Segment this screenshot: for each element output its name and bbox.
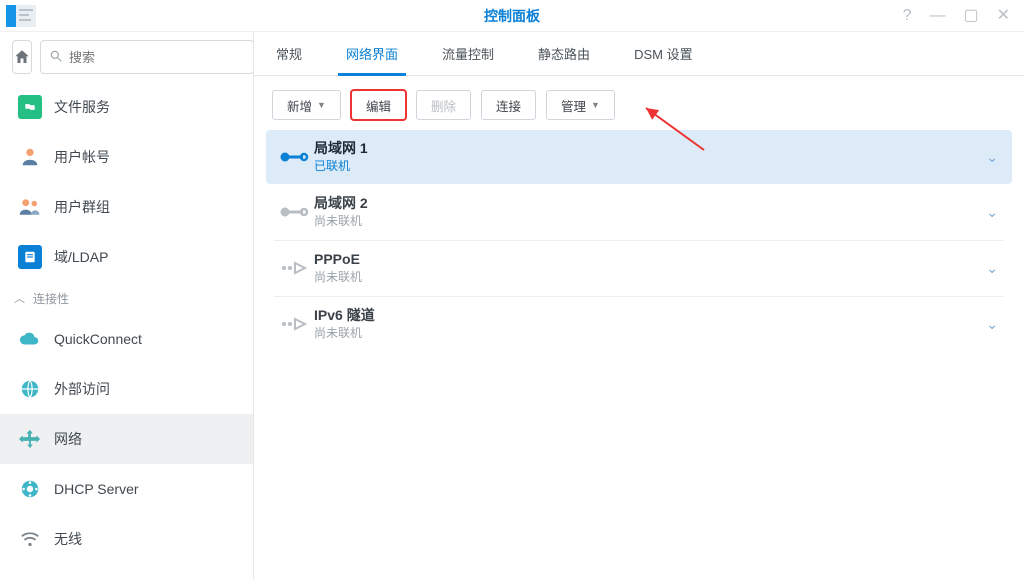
pppoe-icon — [274, 260, 314, 276]
lan-icon — [274, 204, 314, 220]
chevron-down-icon[interactable]: ⌄ — [986, 316, 998, 333]
window-title: 控制面板 — [0, 6, 1024, 26]
sidebar-item-label: 网络 — [54, 429, 82, 449]
search-icon — [49, 49, 63, 66]
sidebar-item-label: 文件服务 — [54, 97, 110, 117]
interface-row-pppoe[interactable]: PPPoE 尚未联机 ⌄ — [266, 241, 1012, 295]
sidebar-item-quickconnect[interactable]: QuickConnect — [0, 314, 253, 364]
interface-row-ipv6-tunnel[interactable]: IPv6 隧道 尚未联机 ⌄ — [266, 297, 1012, 351]
ldap-icon — [18, 245, 42, 269]
tab-static-route[interactable]: 静态路由 — [516, 32, 612, 75]
sidebar-section-connectivity[interactable]: ︿ 连接性 — [0, 282, 253, 314]
network-icon — [18, 427, 42, 451]
tab-label: 网络界面 — [346, 44, 398, 63]
tunnel-icon — [274, 316, 314, 332]
sidebar-item-file-service[interactable]: 文件服务 — [0, 82, 253, 132]
interface-name: IPv6 隧道 — [314, 306, 986, 325]
close-icon[interactable]: ✕ — [997, 8, 1010, 24]
sidebar-item-dhcp[interactable]: DHCP Server — [0, 464, 253, 514]
tab-label: DSM 设置 — [634, 44, 693, 63]
dhcp-icon — [18, 477, 42, 501]
wifi-icon — [18, 527, 42, 551]
sidebar-item-label: 用户帐号 — [54, 147, 110, 167]
interface-status: 尚未联机 — [314, 325, 986, 341]
edit-button[interactable]: 编辑 — [351, 90, 406, 120]
search-input[interactable] — [69, 50, 245, 65]
home-icon — [13, 48, 31, 66]
connect-button[interactable]: 连接 — [481, 90, 536, 120]
interface-name: 局域网 2 — [314, 194, 986, 213]
manage-button[interactable]: 管理▼ — [546, 90, 615, 120]
app-icon — [6, 5, 36, 27]
tab-label: 流量控制 — [442, 44, 494, 63]
globe-icon — [18, 377, 42, 401]
titlebar: 控制面板 ? — ▢ ✕ — [0, 0, 1024, 32]
maximize-icon[interactable]: ▢ — [963, 8, 978, 24]
sidebar-item-user-account[interactable]: 用户帐号 — [0, 132, 253, 182]
sidebar-item-label: 外部访问 — [54, 379, 110, 399]
tabs: 常规 网络界面 流量控制 静态路由 DSM 设置 — [254, 32, 1024, 76]
tab-traffic-control[interactable]: 流量控制 — [420, 32, 516, 75]
delete-button: 删除 — [416, 90, 471, 120]
tab-network-interface[interactable]: 网络界面 — [324, 32, 420, 75]
user-account-icon — [18, 145, 42, 169]
tab-label: 常规 — [276, 44, 302, 63]
chevron-down-icon[interactable]: ⌄ — [986, 149, 998, 166]
sidebar-item-external-access[interactable]: 外部访问 — [0, 364, 253, 414]
interface-row-lan2[interactable]: 局域网 2 尚未联机 ⌄ — [266, 185, 1012, 239]
tab-dsm-settings[interactable]: DSM 设置 — [612, 32, 715, 75]
interface-list: 局域网 1 已联机 ⌄ 局域网 2 尚未联机 ⌄ — [254, 130, 1024, 352]
sidebar-item-label: 用户群组 — [54, 197, 110, 217]
search-field[interactable] — [40, 40, 254, 74]
sidebar: 文件服务 用户帐号 用户群组 域/LDAP ︿ 连接性 — [0, 32, 254, 579]
sidebar-section-label: 连接性 — [33, 290, 69, 307]
help-icon[interactable]: ? — [903, 8, 912, 24]
chevron-down-icon: ▼ — [591, 100, 600, 110]
chevron-up-icon: ︿ — [14, 290, 25, 306]
interface-status: 尚未联机 — [314, 269, 986, 285]
tab-label: 静态路由 — [538, 44, 590, 63]
sidebar-item-network[interactable]: 网络 — [0, 414, 253, 464]
chevron-down-icon[interactable]: ⌄ — [986, 260, 998, 277]
chevron-down-icon[interactable]: ⌄ — [986, 204, 998, 221]
toolbar: 新增▼ 编辑 删除 连接 管理▼ — [254, 76, 1024, 130]
sidebar-item-wireless[interactable]: 无线 — [0, 514, 253, 564]
chevron-down-icon: ▼ — [317, 100, 326, 110]
interface-name: PPPoE — [314, 250, 986, 269]
main-panel: 常规 网络界面 流量控制 静态路由 DSM 设置 新增▼ 编辑 删除 连接 管理… — [254, 32, 1024, 579]
user-group-icon — [18, 195, 42, 219]
interface-row-lan1[interactable]: 局域网 1 已联机 ⌄ — [266, 130, 1012, 184]
home-button[interactable] — [12, 40, 32, 74]
sidebar-item-ldap[interactable]: 域/LDAP — [0, 232, 253, 282]
tab-general[interactable]: 常规 — [254, 32, 324, 75]
lan-icon — [274, 149, 314, 165]
add-button[interactable]: 新增▼ — [272, 90, 341, 120]
sidebar-item-label: QuickConnect — [54, 331, 142, 347]
minimize-icon[interactable]: — — [929, 8, 945, 24]
sidebar-item-user-group[interactable]: 用户群组 — [0, 182, 253, 232]
sidebar-item-label: DHCP Server — [54, 481, 139, 497]
file-service-icon — [18, 95, 42, 119]
cloud-icon — [18, 327, 42, 351]
interface-status: 尚未联机 — [314, 213, 986, 229]
sidebar-item-label: 无线 — [54, 529, 82, 549]
sidebar-item-label: 域/LDAP — [54, 247, 108, 267]
interface-status: 已联机 — [314, 158, 986, 174]
interface-name: 局域网 1 — [314, 139, 986, 158]
